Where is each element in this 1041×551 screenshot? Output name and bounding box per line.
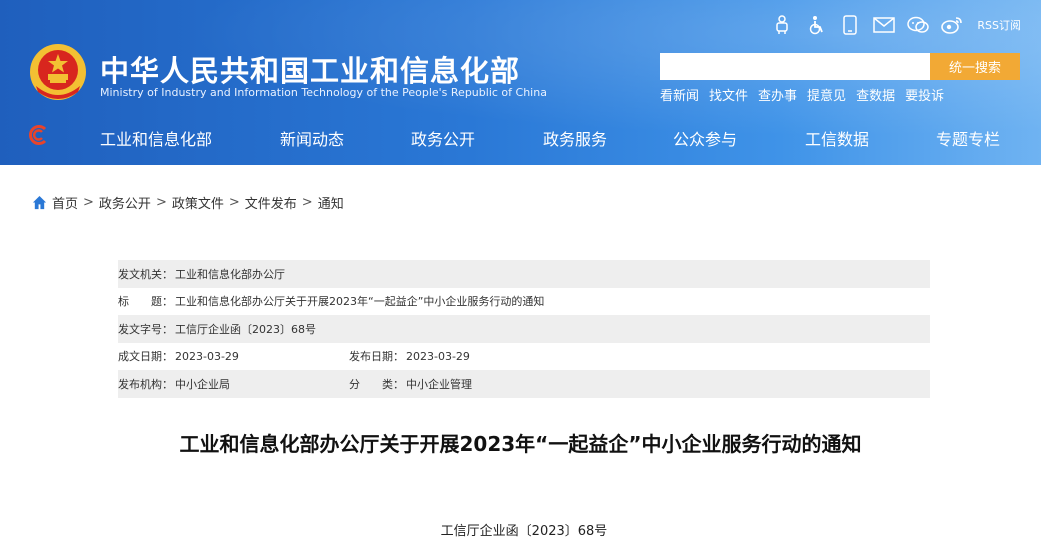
- utility-icons: RSS订阅: [771, 14, 1021, 36]
- quick-link-news[interactable]: 看新闻: [660, 85, 699, 104]
- breadcrumb-file-release[interactable]: 文件发布: [245, 193, 297, 212]
- wechat-icon[interactable]: [907, 14, 930, 36]
- search-input[interactable]: [660, 53, 930, 80]
- meta-row-dates: 成文日期： 2023-03-29 发布日期： 2023-03-29: [118, 343, 930, 371]
- mobile-icon[interactable]: [839, 14, 861, 36]
- home-icon[interactable]: [32, 195, 47, 210]
- breadcrumb-separator: >: [228, 195, 240, 210]
- meta-value-agency: 中小企业局: [175, 377, 230, 391]
- meta-label-title: 标 题：: [118, 295, 173, 309]
- main-nav: 工业和信息化部 新闻动态 政务公开 政务服务 公众参与 工信数据 专题专栏: [0, 116, 1041, 156]
- meta-label-issuer: 发文机关：: [118, 267, 173, 281]
- breadcrumb-notice[interactable]: 通知: [318, 193, 344, 212]
- meta-row-agency: 发布机构： 中小企业局 分 类： 中小企业管理: [118, 370, 930, 398]
- meta-row-title: 标 题： 工业和信息化部办公厅关于开展2023年“一起益企”中小企业服务行动的通…: [118, 288, 930, 316]
- nav-item-ministry[interactable]: 工业和信息化部: [100, 126, 212, 150]
- miit-logo-icon[interactable]: [28, 124, 50, 146]
- breadcrumb: 首页 > 政务公开 > 政策文件 > 文件发布 > 通知: [32, 193, 344, 212]
- site-subtitle: Ministry of Industry and Information Tec…: [100, 86, 547, 99]
- document-metadata: 发文机关： 工业和信息化部办公厅 标 题： 工业和信息化部办公厅关于开展2023…: [118, 260, 930, 398]
- breadcrumb-policy-files[interactable]: 政策文件: [172, 193, 224, 212]
- meta-label-published: 发布日期：: [349, 350, 404, 364]
- breadcrumb-home[interactable]: 首页: [52, 193, 78, 212]
- quick-link-data[interactable]: 查数据: [856, 85, 895, 104]
- site-title[interactable]: 中华人民共和国工业和信息化部: [100, 48, 520, 90]
- meta-label-category: 分 类：: [349, 377, 404, 391]
- breadcrumb-separator: >: [83, 195, 94, 210]
- quick-link-feedback[interactable]: 提意见: [807, 85, 846, 104]
- breadcrumb-gov-affairs[interactable]: 政务公开: [99, 193, 151, 212]
- nav-item-gov-affairs[interactable]: 政务公开: [411, 126, 475, 150]
- document-number: 工信厅企业函〔2023〕68号: [440, 524, 608, 539]
- meta-value-published: 2023-03-29: [406, 349, 470, 363]
- accessibility-robot-icon[interactable]: [771, 14, 793, 36]
- mail-icon[interactable]: [873, 14, 896, 36]
- meta-label-docno: 发文字号：: [118, 322, 173, 336]
- breadcrumb-separator: >: [301, 195, 313, 210]
- meta-value-title: 工业和信息化部办公厅关于开展2023年“一起益企”中小企业服务行动的通知: [175, 295, 545, 309]
- national-emblem-icon[interactable]: [28, 42, 88, 102]
- nav-item-gov-services[interactable]: 政务服务: [543, 126, 607, 150]
- nav-item-news[interactable]: 新闻动态: [280, 126, 344, 150]
- nav-item-public-participation[interactable]: 公众参与: [673, 126, 737, 150]
- quick-links: 看新闻 找文件 查办事 提意见 查数据 要投诉: [660, 85, 944, 104]
- nav-item-data[interactable]: 工信数据: [805, 126, 869, 150]
- quick-link-complaint[interactable]: 要投诉: [905, 85, 944, 104]
- quick-link-services[interactable]: 查办事: [758, 85, 797, 104]
- search-button[interactable]: 统一搜索: [930, 53, 1020, 80]
- weibo-icon[interactable]: [941, 14, 963, 36]
- quick-link-files[interactable]: 找文件: [709, 85, 748, 104]
- meta-label-agency: 发布机构：: [118, 377, 173, 391]
- site-header: 中华人民共和国工业和信息化部 Ministry of Industry and …: [0, 0, 1041, 165]
- meta-value-docno: 工信厅企业函〔2023〕68号: [175, 322, 316, 336]
- rss-subscribe-link[interactable]: RSS订阅: [977, 17, 1021, 33]
- breadcrumb-separator: >: [155, 195, 167, 210]
- document-title: 工业和信息化部办公厅关于开展2023年“一起益企”中小企业服务行动的通知: [179, 432, 862, 456]
- meta-value-issuer: 工业和信息化部办公厅: [175, 267, 285, 281]
- meta-row-issuer: 发文机关： 工业和信息化部办公厅: [118, 260, 930, 288]
- meta-label-created: 成文日期：: [118, 350, 173, 364]
- meta-value-category: 中小企业管理: [406, 377, 472, 391]
- wheelchair-icon[interactable]: [805, 14, 827, 36]
- nav-item-special-topics[interactable]: 专题专栏: [936, 126, 1000, 150]
- meta-row-docno: 发文字号： 工信厅企业函〔2023〕68号: [118, 315, 930, 343]
- meta-value-created: 2023-03-29: [175, 349, 239, 363]
